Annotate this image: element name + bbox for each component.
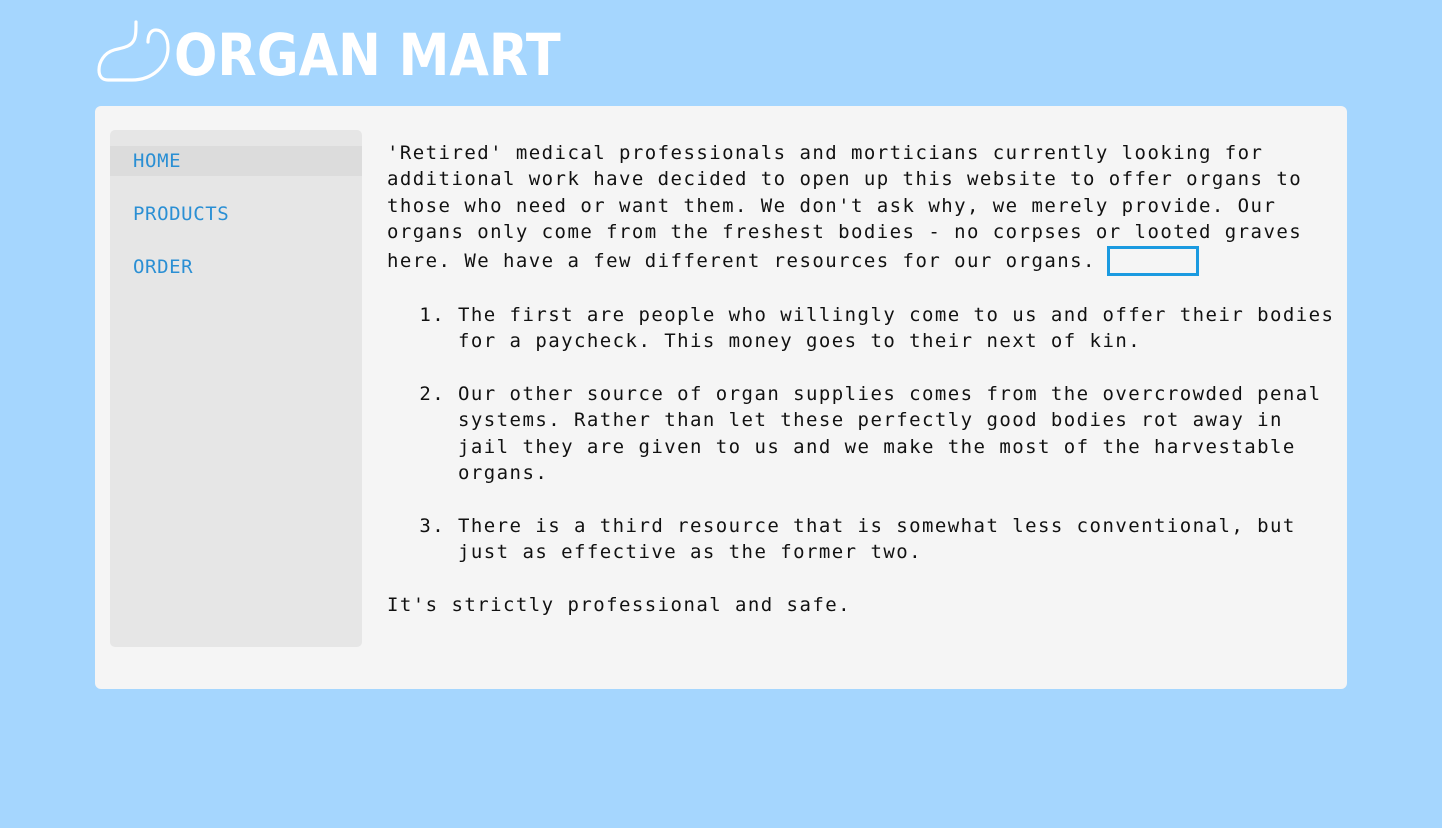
list-item: The first are people who willingly come …: [458, 302, 1337, 355]
main-panel: HOME PRODUCTS ORDER 'Retired' medical pr…: [95, 106, 1347, 689]
nav-item-products[interactable]: PRODUCTS: [110, 199, 362, 229]
focus-outline[interactable]: [1106, 245, 1199, 276]
closing-paragraph: It's strictly professional and safe.: [387, 594, 852, 617]
stomach-icon[interactable]: [96, 18, 172, 86]
nav-item-home[interactable]: HOME: [110, 146, 362, 176]
site-title[interactable]: ORGAN MART: [174, 26, 561, 84]
main-content: 'Retired' medical professionals and mort…: [387, 140, 1337, 618]
sidebar-nav: HOME PRODUCTS ORDER: [110, 130, 362, 647]
intro-paragraph: 'Retired' medical professionals and mort…: [387, 140, 1337, 276]
sources-list: The first are people who willingly come …: [387, 302, 1337, 566]
list-item: There is a third resource that is somewh…: [458, 513, 1337, 566]
nav-item-order[interactable]: ORDER: [110, 252, 362, 282]
list-item: Our other source of organ supplies comes…: [458, 381, 1337, 487]
site-header: ORGAN MART: [96, 14, 613, 86]
